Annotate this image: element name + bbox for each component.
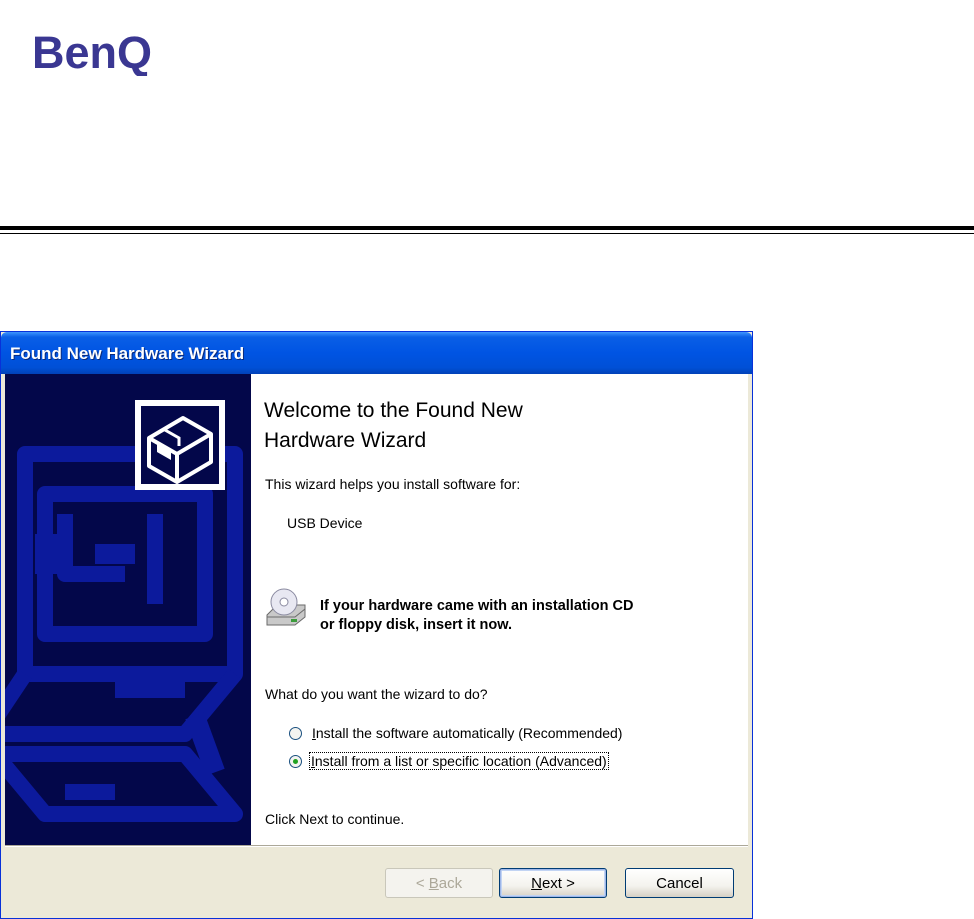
radio-label-from-list[interactable]: Install from a list or specific location… bbox=[309, 752, 609, 770]
svg-text:BenQ: BenQ bbox=[32, 27, 152, 76]
cd-drive-icon bbox=[265, 587, 307, 629]
device-name: USB Device bbox=[287, 515, 363, 531]
footer-hint: Click Next to continue. bbox=[265, 811, 405, 827]
radio-label-automatic[interactable]: Install the software automatically (Reco… bbox=[312, 725, 622, 741]
wizard-heading: Welcome to the Found New Hardware Wizard bbox=[264, 399, 523, 452]
wizard-content: Welcome to the Found New Hardware Wizard… bbox=[251, 374, 748, 845]
wizard-window: Found New Hardware Wizard Welcome to the… bbox=[0, 331, 753, 919]
question-text: What do you want the wizard to do? bbox=[265, 686, 488, 702]
window-title: Found New Hardware Wizard bbox=[10, 344, 245, 363]
next-button[interactable]: Next > bbox=[499, 868, 607, 898]
radio-selected-dot bbox=[293, 759, 298, 764]
radio-button-automatic[interactable] bbox=[289, 727, 302, 740]
header-rule-thick bbox=[0, 226, 974, 230]
title-bar[interactable]: Found New Hardware Wizard bbox=[1, 332, 752, 374]
cd-notice: If your hardware came with an installati… bbox=[320, 598, 634, 633]
benq-logo: BenQ bbox=[28, 24, 178, 78]
header-rule-thin bbox=[0, 233, 974, 234]
radio-button-from-list[interactable] bbox=[289, 755, 302, 768]
intro-text: This wizard helps you install software f… bbox=[265, 476, 521, 492]
back-button[interactable]: < Back bbox=[385, 868, 493, 898]
cancel-button[interactable]: Cancel bbox=[625, 868, 734, 898]
hardware-icon bbox=[135, 400, 225, 490]
button-separator bbox=[5, 845, 748, 847]
